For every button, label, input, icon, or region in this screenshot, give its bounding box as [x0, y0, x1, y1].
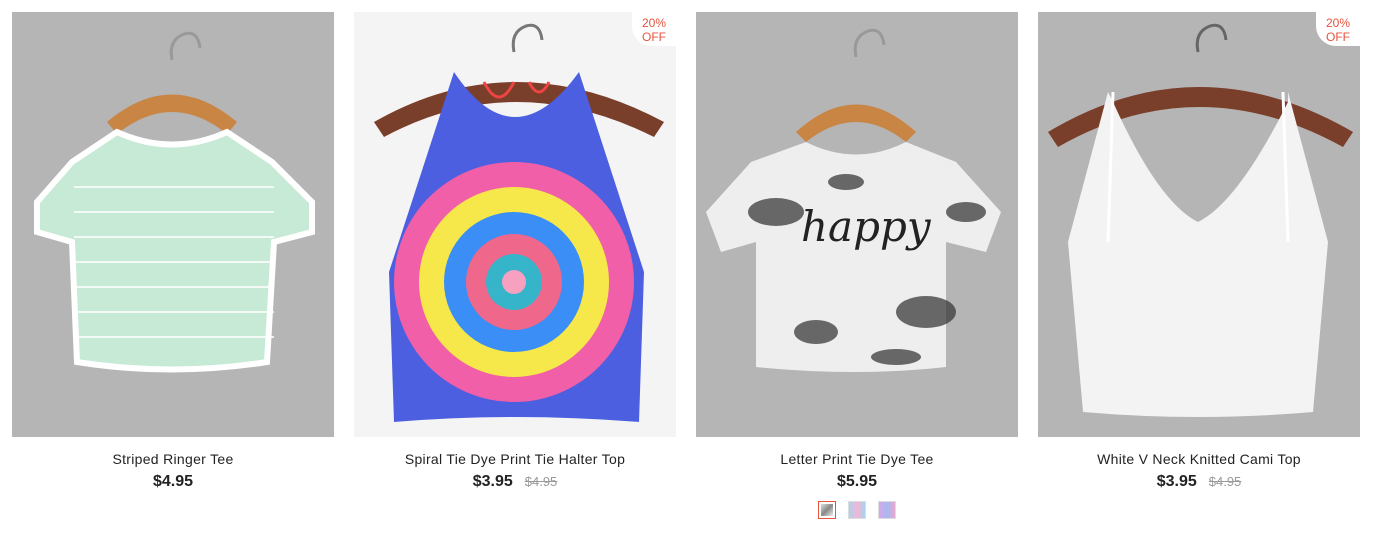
product-card[interactable]: 20% OFF Spiral Tie Dye Print Tie Halter … [354, 12, 676, 519]
badge-off: OFF [1326, 30, 1350, 44]
product-card[interactable]: Striped Ringer Tee $4.95 [12, 12, 334, 519]
discount-badge: 20% OFF [1316, 12, 1360, 46]
striped-tee-image [34, 31, 315, 373]
product-image[interactable]: 20% OFF [1038, 12, 1360, 437]
badge-percent: 20% [1325, 16, 1351, 30]
product-name[interactable]: Spiral Tie Dye Print Tie Halter Top [405, 451, 625, 467]
original-price: $4.95 [1208, 474, 1242, 489]
product-image[interactable]: 20% OFF [354, 12, 676, 437]
product-image[interactable]: happy [696, 12, 1018, 437]
white-cami-image [1048, 23, 1353, 417]
price-row: $3.95 $4.95 [473, 473, 558, 491]
badge-off: OFF [642, 30, 666, 44]
original-price: $4.95 [524, 474, 558, 489]
product-price: $3.95 [1156, 473, 1197, 490]
product-name[interactable]: White V Neck Knitted Cami Top [1097, 451, 1301, 467]
swatch-tie-dye-blue-pink[interactable] [848, 501, 866, 519]
swatch-tie-dye-black[interactable] [818, 501, 836, 519]
product-image[interactable] [12, 12, 334, 437]
product-grid: Striped Ringer Tee $4.95 20% OFF Spiral … [12, 12, 1360, 519]
product-name[interactable]: Striped Ringer Tee [112, 451, 233, 467]
discount-badge: 20% OFF [632, 12, 676, 46]
product-card[interactable]: 20% OFF White V Neck Knitted Cami Top $3… [1038, 12, 1360, 519]
color-swatches [818, 501, 896, 519]
price-row: $3.95 $4.95 [1157, 473, 1242, 491]
product-price: $4.95 [152, 473, 194, 490]
product-name[interactable]: Letter Print Tie Dye Tee [780, 451, 933, 467]
badge-percent: 20% [641, 16, 667, 30]
shirt-lettering: happy [801, 202, 931, 251]
product-card[interactable]: happy Letter Print Tie Dye Tee $5.95 [696, 12, 1018, 519]
product-price: $3.95 [472, 473, 513, 490]
swatch-tie-dye-pink-blue[interactable] [878, 501, 896, 519]
product-price: $5.95 [836, 473, 878, 490]
price-row: $5.95 [837, 473, 877, 491]
price-row: $4.95 [153, 473, 193, 491]
tie-dye-halter-image [374, 23, 664, 422]
